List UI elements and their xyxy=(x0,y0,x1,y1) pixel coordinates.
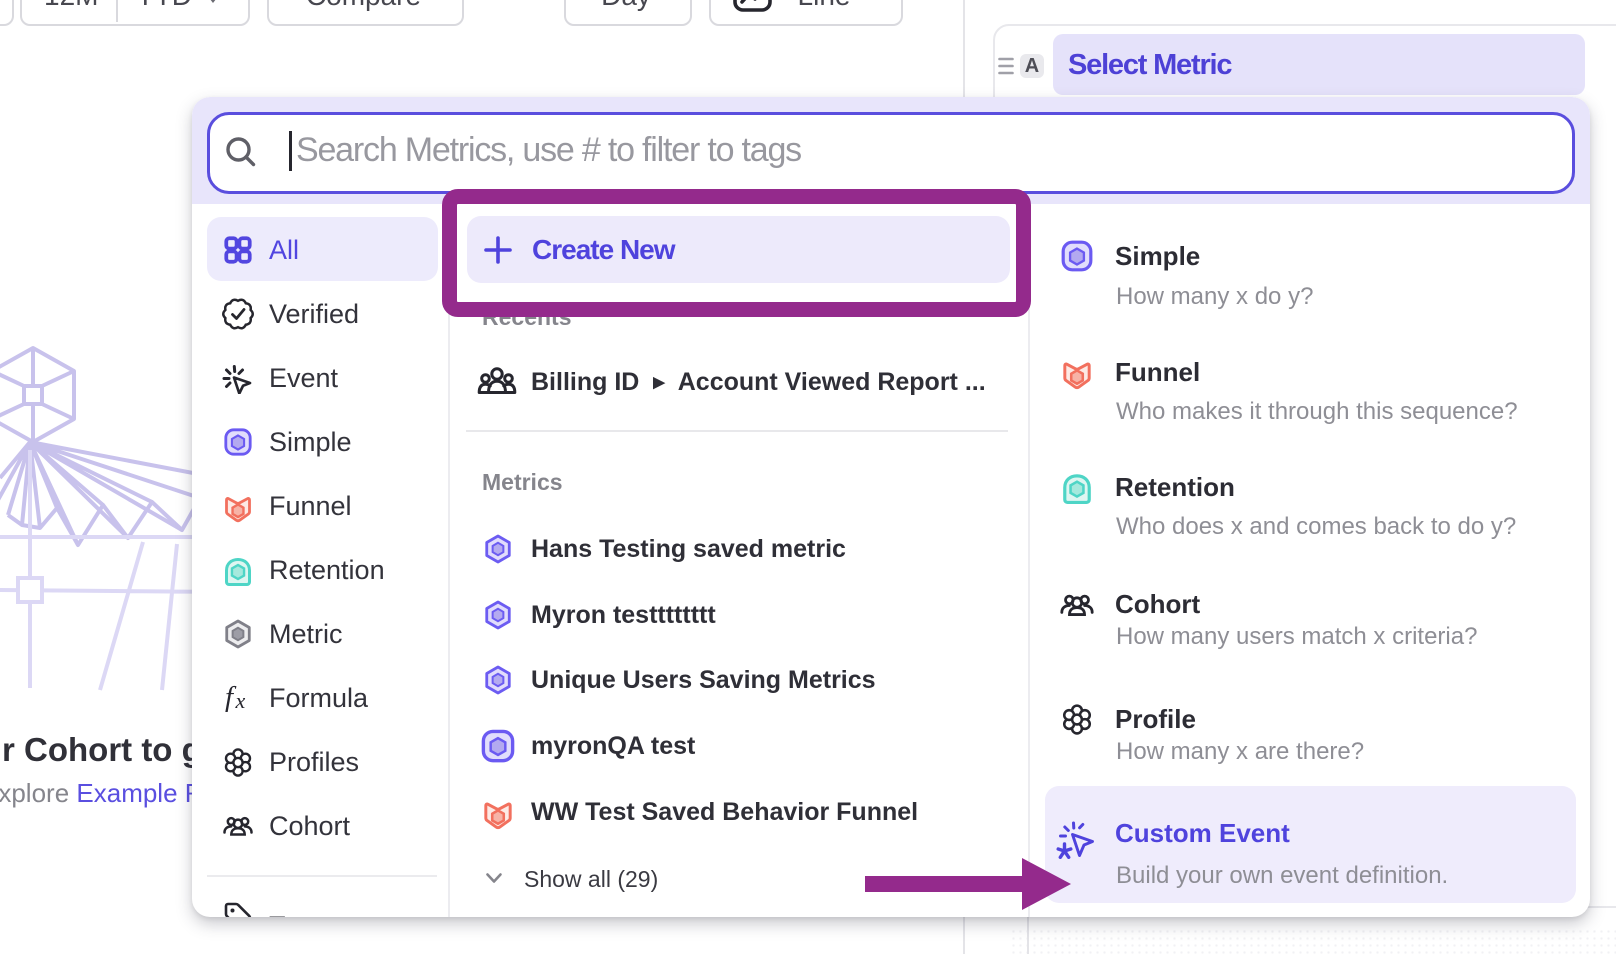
svg-text:x: x xyxy=(235,688,246,713)
